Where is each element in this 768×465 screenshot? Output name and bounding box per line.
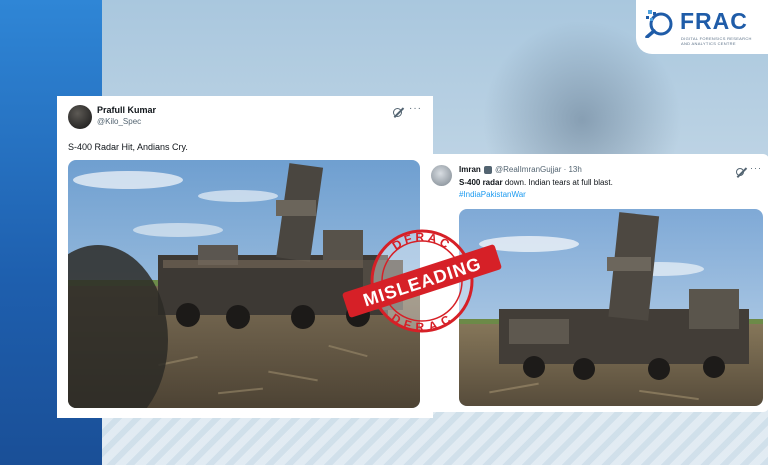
dfrac-logo-icon [645, 10, 673, 38]
grok-icon[interactable] [736, 168, 744, 176]
tweet-hashtag-link[interactable]: #IndiaPakistanWar [459, 190, 526, 199]
tweet-author-name[interactable]: Prafull Kumar [97, 105, 156, 115]
grok-icon[interactable] [393, 108, 402, 117]
logo-tagline: DIGITAL FORENSICS RESEARCH AND ANALYTICS… [681, 36, 752, 46]
more-options-icon[interactable]: ··· [409, 103, 422, 114]
more-options-icon[interactable]: ··· [750, 163, 762, 173]
tweet-author-handle[interactable]: @Kilo_Spec [97, 117, 141, 126]
verified-badge-icon [484, 166, 492, 174]
tweet-author-name[interactable]: Imran [459, 165, 481, 174]
tweet-text: S-400 radar down. Indian tears at full b… [459, 178, 613, 187]
avatar[interactable] [68, 105, 92, 129]
avatar[interactable] [431, 165, 452, 186]
tweet-text-rest: down. Indian tears at full blast. [502, 178, 613, 187]
tweet-text-bold: S-400 radar [459, 178, 503, 187]
logo-wordmark: FRAC [680, 8, 748, 34]
tweet-author-handle[interactable]: @RealImranGujjar · 13h [495, 165, 582, 174]
misleading-stamp: DFRAC DFRAC MISLEADING [339, 222, 505, 340]
tweet-text: S-400 Radar Hit, Andians Cry. [68, 142, 188, 152]
dfrac-logo: FRAC DIGITAL FORENSICS RESEARCH AND ANAL… [636, 0, 768, 54]
